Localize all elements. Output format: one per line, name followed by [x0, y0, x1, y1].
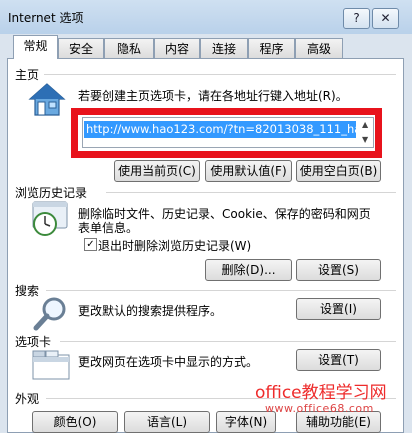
tab-privacy[interactable]: 隐私: [104, 38, 154, 58]
appearance-section-label: 外观: [15, 392, 40, 406]
history-section-label: 浏览历史记录: [15, 186, 88, 200]
tabbed-window-icon: [31, 349, 71, 384]
window-title: Internet 选项: [8, 11, 84, 25]
search-description: 更改默认的搜索提供程序。: [78, 304, 223, 318]
tab-connections[interactable]: 连接: [200, 38, 248, 58]
colors-button[interactable]: 颜色(O): [32, 411, 118, 433]
divider: [44, 74, 396, 75]
watermark-url: www.office68.com: [265, 402, 374, 415]
divider: [46, 290, 396, 291]
tab-content[interactable]: 内容: [154, 38, 200, 58]
use-blank-button[interactable]: 使用空白页(B): [296, 160, 381, 182]
tab-programs[interactable]: 程序: [248, 38, 295, 58]
watermark-title: office教程学习网: [255, 383, 387, 403]
tab-advanced[interactable]: 高级: [295, 38, 343, 58]
history-clock-icon: [30, 200, 70, 241]
home-section-label: 主页: [15, 68, 40, 82]
tab-security[interactable]: 安全: [58, 38, 104, 58]
home-description: 若要创建主页选项卡，请在各地址行键入地址(R)。: [78, 89, 348, 103]
use-default-button[interactable]: 使用默认值(F): [205, 160, 292, 182]
tabs-section-label: 选项卡: [15, 335, 52, 349]
languages-button[interactable]: 语言(L): [124, 411, 210, 433]
highlight-box: [71, 108, 382, 158]
help-button[interactable]: ?: [343, 8, 370, 29]
house-icon: [28, 82, 66, 121]
delete-on-exit-checkbox[interactable]: ✓: [84, 238, 97, 251]
history-description-2: 表单信息。: [78, 221, 139, 235]
delete-on-exit-label[interactable]: 退出时删除浏览历史记录(W): [98, 237, 251, 254]
tab-general[interactable]: 常规: [13, 35, 58, 59]
tabs-settings-button[interactable]: 设置(T): [296, 349, 381, 371]
close-button[interactable]: ✕: [372, 8, 399, 29]
tabs-description: 更改网页在选项卡中显示的方式。: [78, 355, 259, 369]
use-current-button[interactable]: 使用当前页(C): [114, 160, 200, 182]
history-settings-button[interactable]: 设置(S): [296, 259, 381, 281]
delete-history-button[interactable]: 删除(D)...: [205, 259, 292, 281]
search-settings-button[interactable]: 设置(I): [296, 298, 381, 320]
divider: [106, 192, 396, 193]
magnifier-icon: [32, 296, 70, 335]
divider: [60, 341, 396, 342]
